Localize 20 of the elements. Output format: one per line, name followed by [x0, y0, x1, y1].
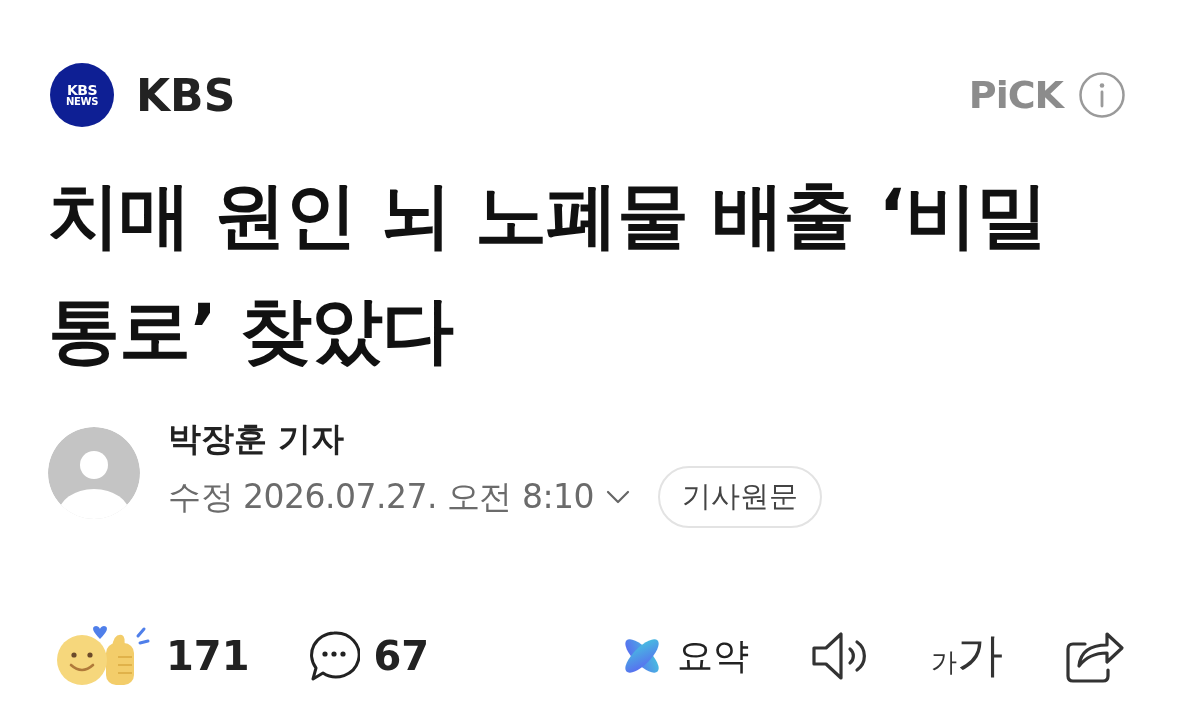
author-name[interactable]: 박장훈 기자	[168, 418, 345, 460]
comment-button[interactable]: 67	[307, 630, 430, 682]
logo-text: NEWS	[65, 97, 99, 107]
info-icon	[1079, 72, 1125, 118]
reaction-button[interactable]: 171	[54, 625, 250, 687]
speech-bubble-icon	[307, 630, 360, 682]
info-button[interactable]	[1079, 72, 1125, 118]
timestamp-text: 수정 2026.07.27. 오전 8:10	[168, 475, 594, 518]
listen-button[interactable]	[811, 631, 869, 681]
smiley-thumbs-up-icon	[54, 625, 150, 687]
original-article-button[interactable]: 기사원문	[658, 466, 822, 528]
source-link[interactable]: KBS	[136, 69, 236, 121]
chevron-down-icon[interactable]	[606, 490, 630, 504]
article-headline: 치매 원인 뇌 노폐물 배출 ‘비밀 통로’ 찾았다	[48, 172, 1048, 374]
pick-label: PiCK	[968, 73, 1063, 117]
speaker-icon	[811, 631, 869, 681]
avatar-icon	[48, 427, 140, 519]
summary-button[interactable]: 요약	[621, 631, 749, 681]
logo-text: KBS	[66, 83, 98, 97]
font-size-button[interactable]: 가가	[931, 625, 1003, 687]
